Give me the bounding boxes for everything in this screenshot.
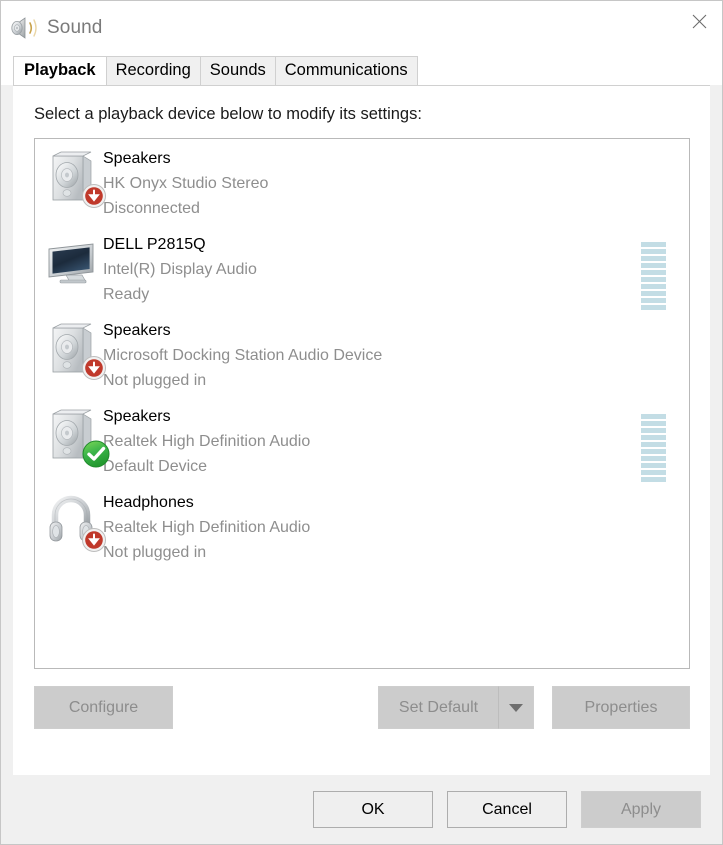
device-driver: Realtek High Definition Audio	[103, 433, 311, 450]
set-default-button[interactable]: Set Default	[378, 686, 498, 729]
properties-button[interactable]: Properties	[552, 686, 690, 729]
action-button-row: Configure Set Default Properties	[13, 669, 710, 729]
device-driver: HK Onyx Studio Stereo	[103, 175, 269, 192]
device-status: Default Device	[103, 458, 208, 475]
device-text-block: Speakers HK Onyx Studio Stereo Disconnec…	[103, 139, 268, 221]
device-driver: Realtek High Definition Audio	[103, 519, 311, 536]
red-down-arrow-badge	[81, 183, 107, 214]
device-name: Speakers	[103, 150, 171, 167]
speaker-icon	[9, 12, 41, 44]
list-item[interactable]: DELL P2815Q Intel(R) Display Audio Ready	[35, 225, 689, 311]
red-down-arrow-badge	[81, 355, 107, 386]
device-text-block: Headphones Realtek High Definition Audio…	[103, 483, 310, 565]
list-item[interactable]: Headphones Realtek High Definition Audio…	[35, 483, 689, 569]
tab-playback[interactable]: Playback	[13, 56, 107, 85]
sound-dialog: Sound Playback Recording Sounds Communic…	[0, 0, 723, 845]
volume-meter	[641, 242, 666, 310]
volume-meter	[641, 414, 666, 482]
window-title: Sound	[47, 17, 103, 38]
apply-button[interactable]: Apply	[581, 791, 701, 828]
device-status: Not plugged in	[103, 372, 207, 389]
chevron-down-icon[interactable]	[498, 686, 534, 729]
list-item[interactable]: Speakers HK Onyx Studio Stereo Disconnec…	[35, 139, 689, 225]
device-list[interactable]: Speakers HK Onyx Studio Stereo Disconnec…	[34, 138, 690, 669]
tab-recording[interactable]: Recording	[105, 56, 201, 85]
list-item[interactable]: Speakers Microsoft Docking Station Audio…	[35, 311, 689, 397]
device-name: Speakers	[103, 322, 171, 339]
list-item[interactable]: Speakers Realtek High Definition Audio D…	[35, 397, 689, 483]
device-status: Ready	[103, 286, 150, 303]
device-name: DELL P2815Q	[103, 236, 206, 253]
monitor-icon	[41, 225, 103, 303]
tab-sounds[interactable]: Sounds	[199, 56, 276, 85]
green-check-badge	[81, 439, 111, 474]
device-text-block: Speakers Realtek High Definition Audio D…	[103, 397, 310, 479]
configure-button[interactable]: Configure	[34, 686, 173, 729]
tab-communications[interactable]: Communications	[274, 56, 418, 85]
set-default-split-button[interactable]: Set Default	[378, 686, 534, 729]
device-driver: Microsoft Docking Station Audio Device	[103, 347, 383, 364]
ok-button[interactable]: OK	[313, 791, 433, 828]
device-name: Speakers	[103, 408, 171, 425]
tab-strip: Playback Recording Sounds Communications	[1, 55, 722, 85]
cancel-button[interactable]: Cancel	[447, 791, 567, 828]
dialog-footer: OK Cancel Apply	[1, 775, 722, 844]
device-text-block: Speakers Microsoft Docking Station Audio…	[103, 311, 382, 393]
device-text-block: DELL P2815Q Intel(R) Display Audio Ready	[103, 225, 257, 307]
instruction-label: Select a playback device below to modify…	[34, 105, 422, 123]
device-driver: Intel(R) Display Audio	[103, 261, 257, 278]
device-status: Disconnected	[103, 200, 200, 217]
title-bar: Sound	[1, 1, 722, 55]
device-name: Headphones	[103, 494, 194, 511]
red-down-arrow-badge	[81, 527, 107, 558]
close-icon[interactable]	[676, 1, 722, 41]
playback-tab-page: Select a playback device below to modify…	[13, 85, 710, 775]
device-status: Not plugged in	[103, 544, 207, 561]
